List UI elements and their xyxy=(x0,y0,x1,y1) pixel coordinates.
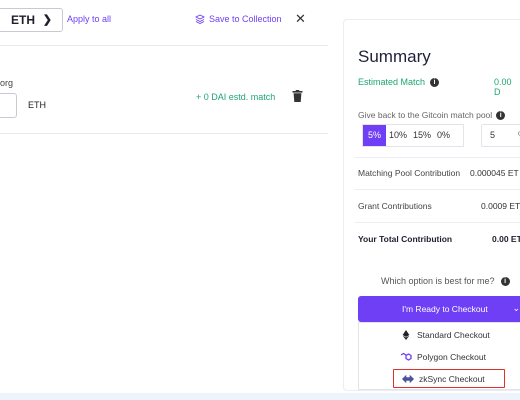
matching-pool-label: Matching Pool Contribution xyxy=(358,168,461,178)
standard-checkout-option[interactable]: Standard Checkout xyxy=(400,330,490,340)
chevron-down-icon: ⌄ xyxy=(512,303,520,313)
collection-icon xyxy=(195,14,205,24)
token-label: ETH xyxy=(28,100,46,110)
ethereum-icon xyxy=(402,330,410,340)
summary-title: Summary xyxy=(358,47,431,66)
close-icon[interactable]: ✕ xyxy=(295,11,306,27)
percent-option-10[interactable]: 10% xyxy=(386,125,410,146)
highlight-box xyxy=(393,369,505,388)
percent-option-15[interactable]: 15% xyxy=(410,125,434,146)
standard-checkout-label: Standard Checkout xyxy=(417,330,490,340)
matching-pool-value: 0.000045 ET xyxy=(470,168,519,178)
give-back-label: Give back to the Gitcoin match pool xyxy=(358,110,493,120)
polygon-checkout-option[interactable]: Polygon Checkout xyxy=(400,352,486,362)
currency-select-value: ETH xyxy=(11,13,35,27)
grant-name: org xyxy=(0,78,14,88)
match-pool-percent-selector: 5% 10% 15% 0% xyxy=(362,124,464,147)
percent-option-0[interactable]: 0% xyxy=(434,125,453,146)
estimated-match-value: 0.00 D xyxy=(494,77,512,97)
save-to-collection-label: Save to Collection xyxy=(209,14,282,24)
checkout-button[interactable]: I'm Ready to Checkout ⌄ xyxy=(358,296,520,322)
divider xyxy=(0,133,328,134)
percent-option-5[interactable]: 5% xyxy=(363,125,387,146)
estimated-match-text: + 0 DAI estd. match xyxy=(196,92,276,102)
apply-to-all-link[interactable]: Apply to all xyxy=(67,14,111,24)
trash-icon[interactable] xyxy=(292,90,303,102)
grant-contributions-value: 0.0009 ET xyxy=(481,201,520,211)
info-icon[interactable]: i xyxy=(496,110,506,120)
checkout-page: ETH ❯ Apply to all Save to Collection ✕ … xyxy=(0,0,520,400)
currency-select[interactable]: ETH ❯ xyxy=(0,8,63,32)
polygon-icon xyxy=(400,352,412,361)
info-icon[interactable]: i xyxy=(430,77,440,87)
which-option-text[interactable]: Which option is best for me? xyxy=(381,276,495,286)
total-contribution-value: 0.00 ET xyxy=(492,234,520,244)
checkout-button-label: I'm Ready to Checkout xyxy=(402,304,488,314)
which-option-row: Which option is best for me? i xyxy=(381,276,510,286)
save-to-collection-link[interactable]: Save to Collection xyxy=(195,14,282,24)
custom-percent-input[interactable]: 5 % xyxy=(481,124,520,147)
divider xyxy=(355,189,520,190)
total-contribution-label: Your Total Contribution xyxy=(358,234,453,244)
bottom-bar xyxy=(0,393,520,400)
give-back-label-row: Give back to the Gitcoin match pool i xyxy=(358,110,506,120)
chevron-down-icon: ❯ xyxy=(42,14,52,26)
polygon-checkout-label: Polygon Checkout xyxy=(417,352,486,362)
divider xyxy=(355,157,520,158)
estimated-match-label: Estimated Match xyxy=(358,77,426,87)
grant-contributions-label: Grant Contributions xyxy=(358,201,432,211)
divider xyxy=(355,222,520,223)
amount-input[interactable] xyxy=(0,93,17,118)
custom-percent-value: 5 xyxy=(490,130,496,140)
estimated-match-row: Estimated Match i xyxy=(358,77,440,87)
divider xyxy=(0,45,328,46)
info-icon[interactable]: i xyxy=(500,276,510,286)
